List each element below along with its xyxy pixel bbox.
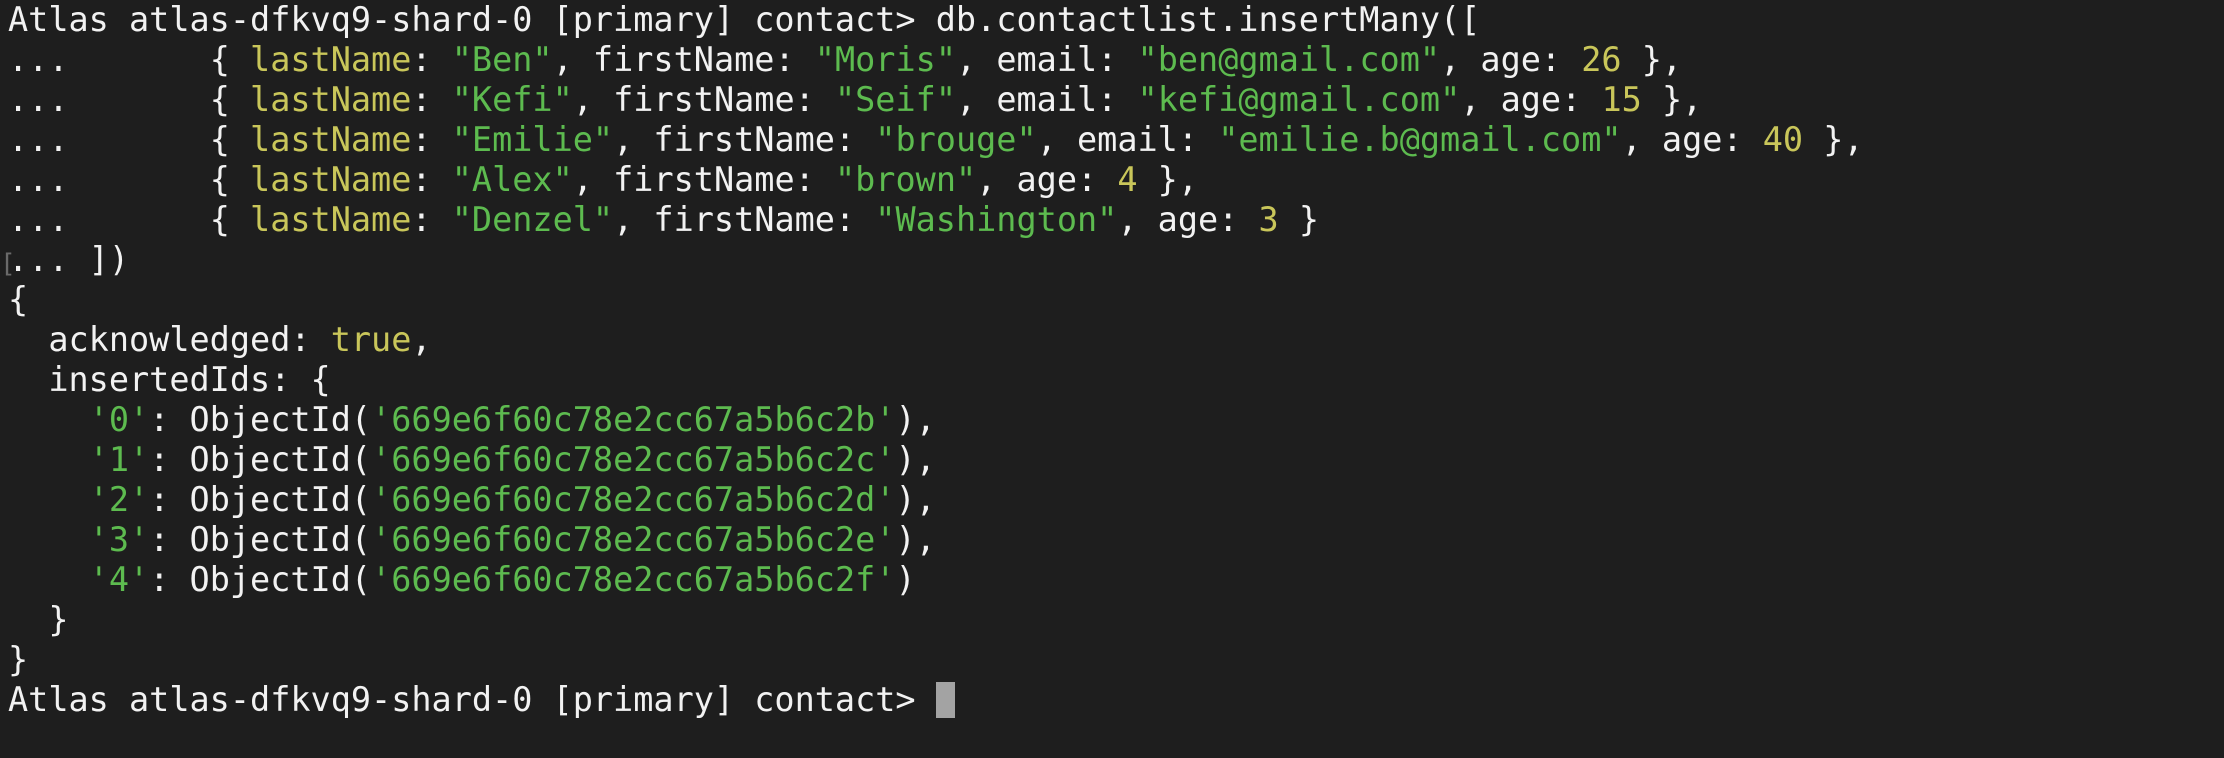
object-id: '669e6f60c78e2cc67a5b6c2d' (371, 480, 896, 519)
string-value: "ben@gmail.com" (1137, 40, 1441, 79)
field-key: lastName (250, 200, 412, 239)
text-cursor[interactable] (935, 682, 955, 718)
continuation-prefix: ... (8, 160, 210, 199)
field-key: lastName (250, 80, 412, 119)
input-line[interactable]: Atlas atlas-dfkvq9-shard-0 [primary] con… (8, 680, 2224, 720)
continuation-prefix: ... (8, 40, 210, 79)
inserted-id-row: '1': ObjectId('669e6f60c78e2cc67a5b6c2c'… (88, 440, 936, 479)
field-key: lastName (250, 160, 412, 199)
command-line: Atlas atlas-dfkvq9-shard-0 [primary] con… (8, 0, 2224, 40)
acknowledged-line: acknowledged: true, (8, 320, 432, 359)
inserted-ids-line: insertedIds: { (8, 360, 331, 399)
string-value: "brown" (834, 160, 977, 199)
continuation-line: ... { lastName: "Ben", firstName: "Moris… (8, 40, 1683, 79)
object-id: '669e6f60c78e2cc67a5b6c2b' (371, 400, 896, 439)
inserted-id-row: '2': ObjectId('669e6f60c78e2cc67a5b6c2d'… (88, 480, 936, 519)
number-value: 3 (1258, 200, 1279, 239)
inserted-id-row: '0': ObjectId('669e6f60c78e2cc67a5b6c2b'… (88, 400, 936, 439)
string-value: "Moris" (814, 40, 956, 79)
number-value: 26 (1581, 40, 1622, 79)
boolean-value: true (330, 320, 412, 359)
string-value: "Alex" (451, 160, 573, 199)
number-value: 4 (1117, 160, 1138, 199)
inserted-id-row: '4': ObjectId('669e6f60c78e2cc67a5b6c2f'… (88, 560, 916, 599)
field-key: lastName (250, 120, 412, 159)
string-value: "emilie.b@gmail.com" (1218, 120, 1622, 159)
inserted-ids-close: } (8, 600, 69, 639)
string-value: "Kefi" (451, 80, 573, 119)
string-value: "Seif" (834, 80, 956, 119)
result-open: { (8, 280, 29, 319)
object-id: '669e6f60c78e2cc67a5b6c2c' (371, 440, 896, 479)
string-value: "kefi@gmail.com" (1137, 80, 1461, 119)
line-mark-icon: [ (0, 249, 16, 279)
continuation-line: ... { lastName: "Kefi", firstName: "Seif… (8, 80, 1703, 119)
continuation-line: ... { lastName: "Denzel", firstName: "Wa… (8, 200, 1320, 239)
number-value: 15 (1601, 80, 1642, 119)
continuation-line: ... { lastName: "Alex", firstName: "brow… (8, 160, 1199, 199)
string-value: "brouge" (875, 120, 1037, 159)
string-value: "Emilie" (451, 120, 614, 159)
terminal-window[interactable]: Atlas atlas-dfkvq9-shard-0 [primary] con… (0, 0, 2224, 758)
continuation-prefix: ... (8, 80, 210, 119)
number-value: 40 (1762, 120, 1804, 159)
field-key: lastName (250, 40, 412, 79)
continuation-prefix: ... (8, 120, 210, 159)
inserted-id-row: '3': ObjectId('669e6f60c78e2cc67a5b6c2e'… (88, 520, 936, 559)
command-text: db.contactlist.insertMany([ (935, 0, 1481, 39)
shell-prompt: Atlas atlas-dfkvq9-shard-0 [primary] con… (8, 680, 936, 719)
shell-prompt: Atlas atlas-dfkvq9-shard-0 [primary] con… (8, 0, 936, 39)
continuation-prefix: ... (8, 200, 210, 239)
object-id: '669e6f60c78e2cc67a5b6c2e' (371, 520, 896, 559)
result-close: } (8, 640, 29, 679)
string-value: "Washington" (875, 200, 1118, 239)
close-array-line: [... ]) (0, 240, 2224, 280)
object-id: '669e6f60c78e2cc67a5b6c2f' (371, 560, 896, 599)
string-value: "Denzel" (451, 200, 614, 239)
continuation-line: ... { lastName: "Emilie", firstName: "br… (8, 120, 1864, 159)
string-value: "Ben" (451, 40, 553, 79)
